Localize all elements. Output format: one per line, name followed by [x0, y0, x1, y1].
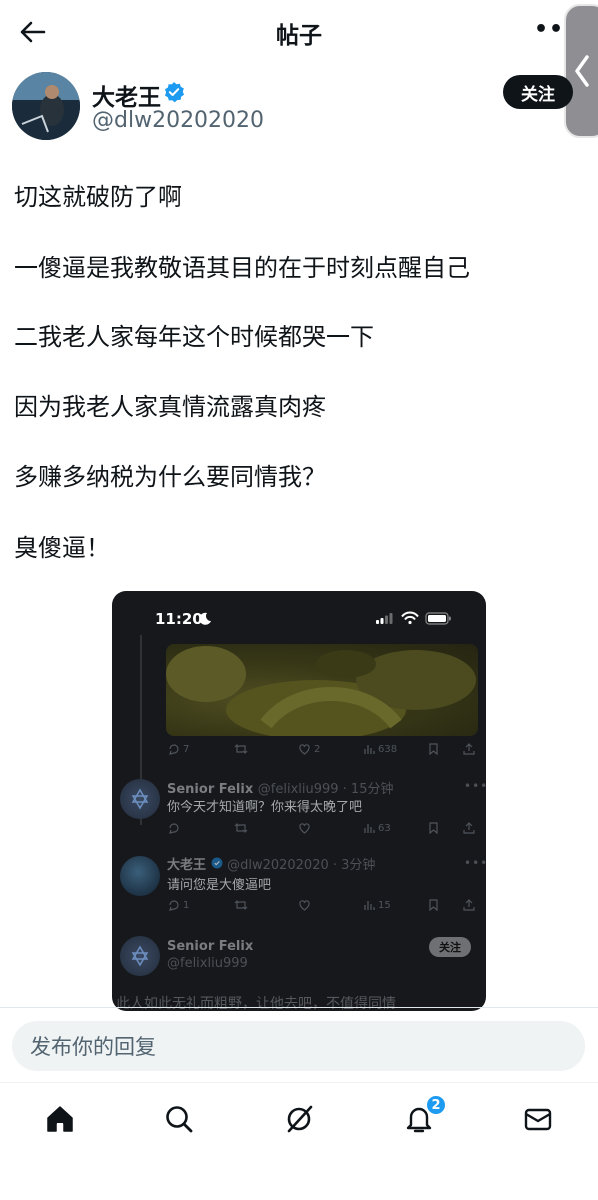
post-text-line: 多赚多纳税为什么要同情我？ — [14, 463, 326, 491]
comment-more-icon[interactable]: ••• — [464, 779, 486, 793]
comment-author-handle: @felixliu999 · 15分钟 — [257, 782, 394, 797]
verified-badge-icon — [211, 857, 223, 869]
view-count: 638 — [378, 743, 398, 755]
share-icon[interactable] — [463, 743, 475, 755]
like-icon[interactable]: 2 — [298, 743, 320, 755]
views-icon[interactable]: 15 — [363, 899, 391, 911]
comment-author-name: 大老王 — [167, 858, 207, 873]
comment-author[interactable]: 大老王 @dlw20202020 · 3分钟 — [167, 854, 375, 873]
comment-more-icon[interactable]: ••• — [464, 856, 486, 870]
views-icon[interactable]: 638 — [363, 743, 397, 755]
bookmark-icon[interactable] — [428, 822, 439, 834]
view-count: 63 — [378, 822, 391, 834]
action-row: 1 15 — [168, 899, 480, 917]
moon-icon — [199, 612, 211, 625]
like-icon[interactable] — [298, 899, 311, 911]
page-title: 帖子 — [276, 23, 322, 49]
follow-button[interactable]: 关注 — [503, 75, 573, 109]
like-icon[interactable] — [298, 822, 311, 834]
profile-follow-button[interactable]: 关注 — [429, 937, 471, 957]
retweet-icon[interactable] — [234, 822, 248, 834]
post-text-line: 二我老人家每年这个时候都哭一下 — [14, 323, 374, 351]
star-of-david-icon — [131, 788, 149, 810]
attached-screenshot[interactable]: 11:20 7 2 638 Senior Felix @felixliu999 … — [112, 591, 486, 1011]
post-text-line: 一傻逼是我教敬语其目的在于时刻点醒自己 — [14, 254, 470, 282]
grok-icon[interactable] — [279, 1101, 319, 1137]
author-avatar[interactable] — [12, 72, 80, 140]
like-count: 2 — [314, 743, 321, 755]
post-text-line: 臭傻逼！ — [14, 534, 110, 562]
status-icons — [374, 610, 454, 629]
reply-icon[interactable]: 1 — [168, 899, 189, 911]
chevron-left-icon — [575, 55, 589, 87]
side-panel-handle[interactable] — [564, 4, 598, 138]
comment-text: 请问您是大傻逼吧 — [167, 878, 272, 893]
comment-text: 你今天才知道啊？你来得太晚了吧 — [167, 800, 363, 815]
commenter-avatar[interactable] — [120, 779, 160, 819]
profile-avatar[interactable] — [120, 936, 160, 976]
messages-icon[interactable] — [518, 1101, 558, 1137]
verified-badge-icon — [163, 81, 185, 107]
post-text-line: 因为我老人家真情流露真肉疼 — [14, 393, 326, 421]
search-icon[interactable] — [159, 1101, 199, 1137]
home-icon[interactable] — [40, 1101, 80, 1137]
top-bar: 帖子 ••• — [0, 0, 598, 62]
reply-icon[interactable]: 7 — [168, 743, 189, 755]
comment-author-name: Senior Felix — [167, 782, 254, 797]
action-row: 7 2 638 — [168, 743, 480, 761]
bottom-tab-bar — [0, 1082, 598, 1200]
reply-input[interactable]: 发布你的回复 — [12, 1021, 585, 1071]
reply-placeholder: 发布你的回复 — [30, 1035, 156, 1059]
view-count: 15 — [378, 899, 391, 911]
divider — [0, 1007, 598, 1008]
retweet-icon[interactable] — [234, 743, 248, 755]
reply-count: 7 — [183, 743, 190, 755]
author-name[interactable]: 大老王 — [92, 78, 161, 112]
commenter-avatar[interactable] — [120, 856, 160, 896]
author-handle: @dlw20202020 — [92, 108, 265, 133]
share-icon[interactable] — [463, 899, 475, 911]
reply-count: 1 — [183, 899, 190, 911]
profile-name[interactable]: Senior Felix — [167, 939, 253, 954]
profile-handle: @felixliu999 — [167, 956, 248, 971]
comment-author[interactable]: Senior Felix @felixliu999 · 15分钟 — [167, 778, 393, 797]
status-time: 11:20 — [155, 610, 203, 628]
bookmark-icon[interactable] — [428, 743, 439, 755]
notification-badge: 2 — [425, 1094, 447, 1116]
post-text-line: 切这就破防了啊 — [14, 183, 182, 211]
share-icon[interactable] — [463, 822, 475, 834]
post-media[interactable] — [166, 644, 478, 736]
retweet-icon[interactable] — [234, 899, 248, 911]
action-row: 63 — [168, 822, 480, 840]
star-of-david-icon — [131, 945, 149, 967]
bookmark-icon[interactable] — [428, 899, 439, 911]
comment-author-handle: @dlw20202020 · 3分钟 — [227, 858, 376, 873]
profile-bio-text: 此人如此无礼而粗野，让他去吧，不值得同情 — [116, 996, 396, 1011]
views-icon[interactable]: 63 — [363, 822, 391, 834]
reply-icon[interactable] — [168, 822, 180, 834]
